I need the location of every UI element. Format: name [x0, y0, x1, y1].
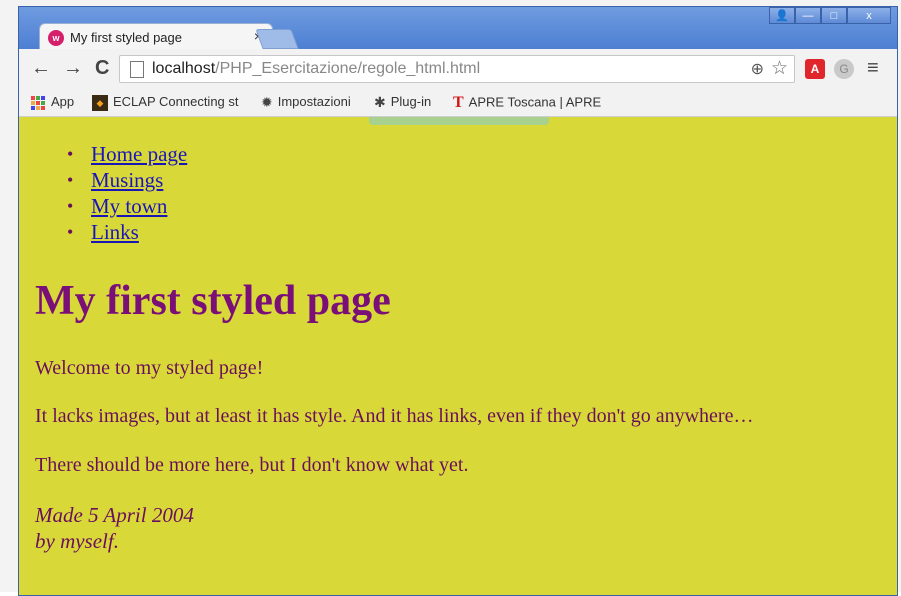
scroll-indicator [369, 117, 549, 125]
url-path: /PHP_Esercitazione/regole_html.html [215, 60, 481, 77]
bookmarks-bar: App ◆ ECLAP Connecting st ✹ Impostazioni ✱… [19, 89, 897, 117]
page-content: Home page Musings My town Links My first… [19, 117, 897, 595]
zoom-icon[interactable]: ⊕ [751, 59, 764, 79]
browser-window: w My first styled page × 👤 — □ x ← → C l… [18, 6, 898, 596]
puzzle-icon: ✱ [374, 94, 386, 111]
bookmark-label: APRE Toscana | APRE [468, 94, 602, 110]
list-item: Home page [67, 141, 187, 167]
bookmark-star-icon[interactable]: ☆ [771, 57, 788, 80]
list-item: Links [67, 219, 187, 245]
tab-favicon-icon: w [48, 30, 64, 46]
window-controls: 👤 — □ x [769, 7, 891, 25]
bookmark-settings[interactable]: ✹ Impostazioni [261, 94, 351, 111]
bookmark-label: App [51, 94, 75, 109]
page-icon [130, 61, 144, 78]
address-line-date: Made 5 April 2004 [35, 503, 194, 527]
bookmark-label: Impostazioni [277, 94, 351, 109]
gear-icon: ✹ [261, 94, 273, 111]
address-line-author: by myself. [35, 529, 119, 553]
list-item: My town [67, 193, 187, 219]
url-host: localhost [152, 60, 216, 77]
paragraph-style: It lacks images, but at least it has sty… [35, 405, 754, 427]
tab-title: My first styled page [70, 30, 182, 45]
minimize-button[interactable]: — [795, 7, 821, 24]
nav-link-musings[interactable]: Musings [91, 168, 163, 192]
paragraph-more: There should be more here, but I don't k… [35, 454, 469, 476]
bookmark-eclap[interactable]: ◆ ECLAP Connecting st [92, 94, 239, 111]
bookmark-label: ECLAP Connecting st [113, 94, 239, 109]
acrobat-extension-icon[interactable]: A [805, 59, 825, 79]
new-tab-button[interactable] [255, 29, 299, 49]
close-window-button[interactable]: x [847, 7, 891, 24]
tab-active[interactable]: w My first styled page × [39, 23, 273, 51]
apps-grid-icon [31, 95, 45, 110]
user-profile-button[interactable]: 👤 [769, 7, 795, 24]
bookmark-apre[interactable]: T APRE Toscana | APRE [453, 94, 601, 112]
maximize-button[interactable]: □ [821, 7, 847, 24]
url-text: localhost/PHP_Esercitazione/regole_html.… [152, 60, 480, 78]
list-item: Musings [67, 167, 187, 193]
extension-circle-icon[interactable]: G [834, 59, 854, 79]
reload-icon[interactable]: C [95, 58, 109, 78]
eclap-icon: ◆ [92, 94, 108, 111]
bookmark-label: Plug-in [390, 94, 432, 109]
paragraph-welcome: Welcome to my styled page! [35, 357, 264, 379]
nav-link-home[interactable]: Home page [91, 142, 187, 166]
bookmark-plugins[interactable]: ✱ Plug-in [374, 94, 431, 111]
back-arrow-icon[interactable]: ← [31, 58, 51, 78]
nav-link-my-town[interactable]: My town [91, 194, 167, 218]
address-footer: Made 5 April 2004 by myself. [35, 502, 194, 554]
bookmark-apps[interactable]: App [31, 94, 74, 110]
menu-icon[interactable]: ≡ [867, 57, 879, 80]
nav-link-links[interactable]: Links [91, 220, 139, 244]
address-bar[interactable]: localhost/PHP_Esercitazione/regole_html.… [119, 55, 795, 83]
toolbar: ← → C localhost/PHP_Esercitazione/regole… [19, 49, 897, 89]
title-bar: w My first styled page × 👤 — □ x [19, 7, 897, 51]
navigation-list: Home page Musings My town Links [67, 141, 187, 245]
forward-arrow-icon[interactable]: → [63, 58, 83, 78]
apre-icon: T [453, 94, 464, 111]
page-heading: My first styled page [35, 278, 391, 324]
